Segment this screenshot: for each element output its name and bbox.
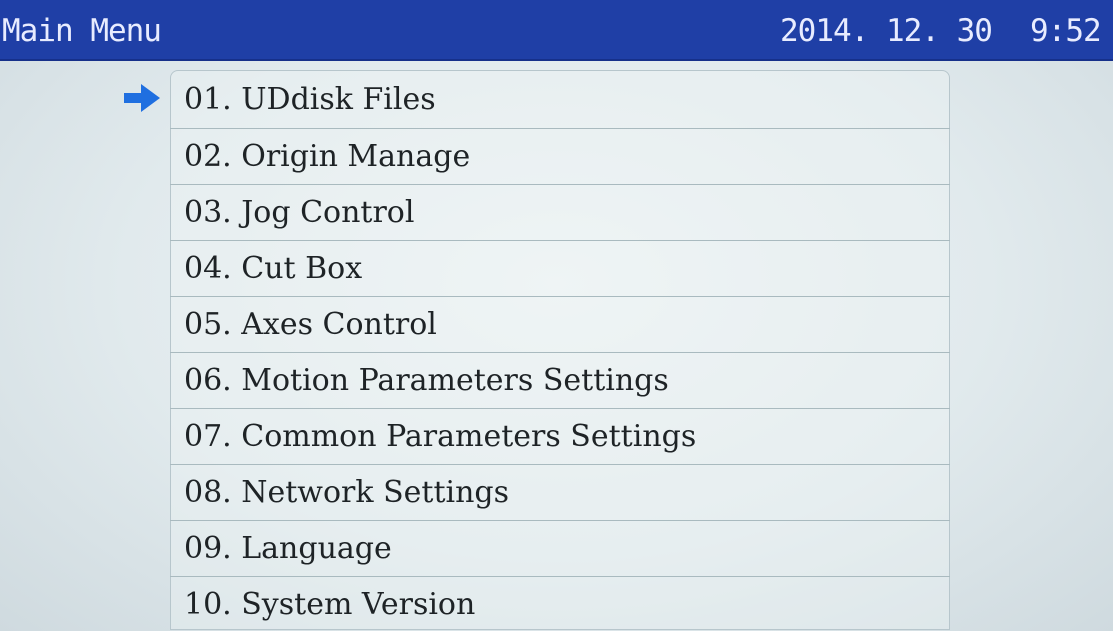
menu-item-motion-parameters-settings[interactable]: 06. Motion Parameters Settings [170, 352, 950, 408]
menu-item-cut-box[interactable]: 04. Cut Box [170, 240, 950, 296]
lcd-screen: Main Menu 2014. 12. 30 9:52 01. UDdisk F… [0, 0, 1113, 631]
page-title: Main Menu [2, 13, 162, 49]
title-bar: Main Menu 2014. 12. 30 9:52 [0, 0, 1113, 61]
menu-item-origin-manage[interactable]: 02. Origin Manage [170, 128, 950, 184]
menu-item-network-settings[interactable]: 08. Network Settings [170, 464, 950, 520]
menu-item-uddisk-files[interactable]: 01. UDdisk Files [170, 72, 950, 128]
menu-item-jog-control[interactable]: 03. Jog Control [170, 184, 950, 240]
menu-item-axes-control[interactable]: 05. Axes Control [170, 296, 950, 352]
menu-item-common-parameters-settings[interactable]: 07. Common Parameters Settings [170, 408, 950, 464]
menu-item-system-version[interactable]: 10. System Version [170, 576, 950, 631]
menu-item-language[interactable]: 09. Language [170, 520, 950, 576]
date-display: 2014. 12. 30 [780, 13, 993, 49]
arrow-right-icon [124, 84, 160, 112]
time-display: 9:52 [1030, 13, 1102, 49]
